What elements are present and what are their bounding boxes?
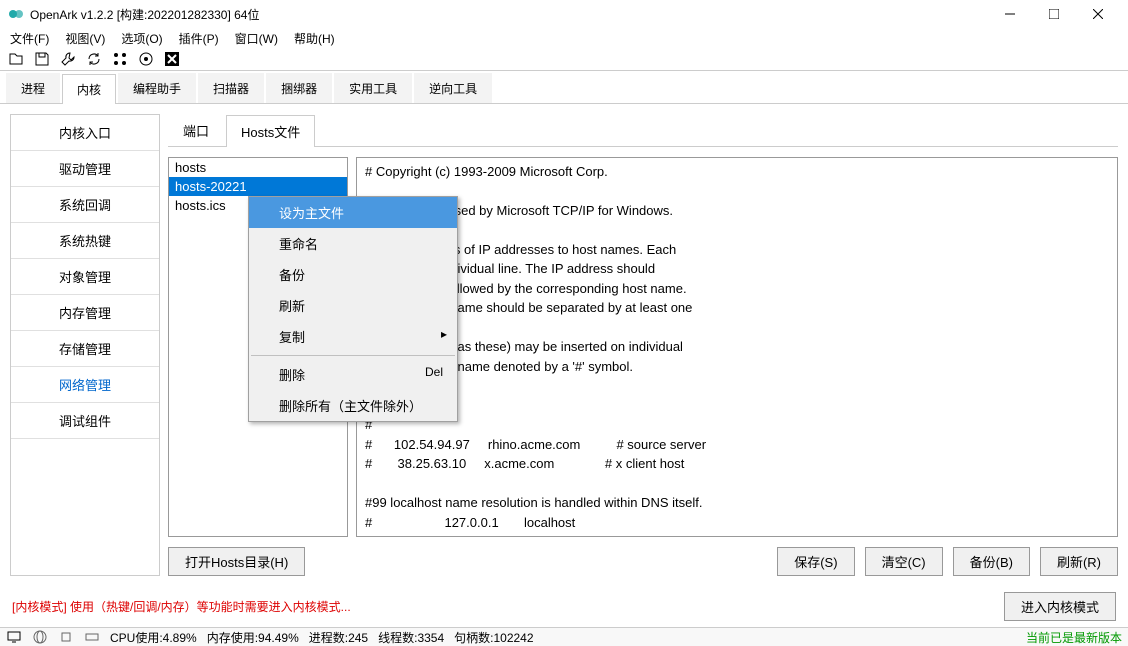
- context-menu: 设为主文件重命名备份刷新复制▸ 删除Del删除所有（主文件除外）: [248, 196, 458, 422]
- refresh-button[interactable]: 刷新(R): [1040, 547, 1118, 576]
- sidebar-item[interactable]: 系统回调: [11, 187, 159, 223]
- sidebar-item[interactable]: 网络管理: [11, 367, 159, 403]
- toolbar: [0, 49, 1128, 71]
- window-title: OpenArk v1.2.2 [构建:202201282330] 64位: [30, 6, 988, 23]
- sub-tab[interactable]: Hosts文件: [226, 115, 315, 147]
- main-tab[interactable]: 实用工具: [334, 73, 412, 103]
- stop-icon[interactable]: [164, 51, 180, 67]
- monitor-icon: [6, 629, 22, 645]
- close-button[interactable]: [1076, 0, 1120, 28]
- chip-icon: [58, 629, 74, 645]
- memory-icon: [84, 629, 100, 645]
- sidebar-item[interactable]: 调试组件: [11, 403, 159, 439]
- menu-item[interactable]: 窗口(W): [229, 28, 284, 49]
- open-hosts-dir-button[interactable]: 打开Hosts目录(H): [168, 547, 305, 576]
- status-proc: 进程数:245: [309, 629, 368, 646]
- save-button[interactable]: 保存(S): [777, 547, 854, 576]
- hosts-content-view[interactable]: # Copyright (c) 1993-2009 Microsoft Corp…: [356, 157, 1118, 538]
- file-list-item[interactable]: hosts: [169, 158, 347, 177]
- maximize-button[interactable]: [1032, 0, 1076, 28]
- context-menu-item[interactable]: 设为主文件: [249, 197, 457, 228]
- refresh-icon[interactable]: [86, 51, 102, 67]
- main-tabs: 进程内核编程助手扫描器捆绑器实用工具逆向工具: [0, 73, 1128, 104]
- main-tab[interactable]: 捆绑器: [266, 73, 332, 103]
- minimize-button[interactable]: [988, 0, 1032, 28]
- main-tab[interactable]: 扫描器: [198, 73, 264, 103]
- titlebar: OpenArk v1.2.2 [构建:202201282330] 64位: [0, 0, 1128, 28]
- context-menu-item[interactable]: 重命名: [249, 228, 457, 259]
- file-list-item[interactable]: hosts-20221: [169, 177, 347, 196]
- main-tab[interactable]: 进程: [6, 73, 60, 103]
- context-menu-separator: [251, 355, 455, 356]
- status-handle: 句柄数:102242: [454, 629, 533, 646]
- main-tab[interactable]: 内核: [62, 74, 116, 104]
- context-menu-item[interactable]: 备份: [249, 259, 457, 290]
- status-thread: 线程数:3354: [378, 629, 444, 646]
- save-icon[interactable]: [34, 51, 50, 67]
- sidebar-item[interactable]: 系统热键: [11, 223, 159, 259]
- status-version: 当前已是最新版本: [1026, 629, 1122, 646]
- status-mem: 内存使用:94.49%: [207, 629, 299, 646]
- wrench-icon[interactable]: [60, 51, 76, 67]
- grid-icon[interactable]: [112, 51, 128, 67]
- status-cpu: CPU使用:4.89%: [110, 629, 197, 646]
- context-menu-item[interactable]: 删除所有（主文件除外）: [249, 390, 457, 421]
- target-icon[interactable]: [138, 51, 154, 67]
- sub-tabs: 端口Hosts文件: [168, 114, 1118, 147]
- statusbar: CPU使用:4.89% 内存使用:94.49% 进程数:245 线程数:3354…: [0, 627, 1128, 646]
- sidebar-item[interactable]: 对象管理: [11, 259, 159, 295]
- sidebar-item[interactable]: 内核入口: [11, 115, 159, 151]
- sidebar-item[interactable]: 驱动管理: [11, 151, 159, 187]
- sidebar-item[interactable]: 内存管理: [11, 295, 159, 331]
- menu-item[interactable]: 插件(P): [173, 28, 225, 49]
- main-tab[interactable]: 逆向工具: [414, 73, 492, 103]
- globe-icon: [32, 629, 48, 645]
- context-menu-item[interactable]: 删除Del: [249, 359, 457, 390]
- enter-kernel-mode-button[interactable]: 进入内核模式: [1004, 592, 1116, 621]
- clear-button[interactable]: 清空(C): [865, 547, 943, 576]
- menu-item[interactable]: 文件(F): [4, 28, 55, 49]
- kernel-mode-warning: [内核模式] 使用（热键/回调/内存）等功能时需要进入内核模式...: [12, 598, 351, 615]
- sidebar-item[interactable]: 存储管理: [11, 331, 159, 367]
- menu-item[interactable]: 选项(O): [115, 28, 168, 49]
- menu-item[interactable]: 帮助(H): [288, 28, 341, 49]
- context-menu-item[interactable]: 刷新: [249, 290, 457, 321]
- open-icon[interactable]: [8, 51, 24, 67]
- main-tab[interactable]: 编程助手: [118, 73, 196, 103]
- sub-tab[interactable]: 端口: [168, 114, 224, 146]
- menubar: 文件(F)视图(V)选项(O)插件(P)窗口(W)帮助(H): [0, 28, 1128, 49]
- app-logo-icon: [8, 6, 24, 22]
- sidebar: 内核入口驱动管理系统回调系统热键对象管理内存管理存储管理网络管理调试组件: [10, 114, 160, 577]
- menu-item[interactable]: 视图(V): [59, 28, 111, 49]
- backup-button[interactable]: 备份(B): [953, 547, 1030, 576]
- context-menu-item[interactable]: 复制▸: [249, 321, 457, 352]
